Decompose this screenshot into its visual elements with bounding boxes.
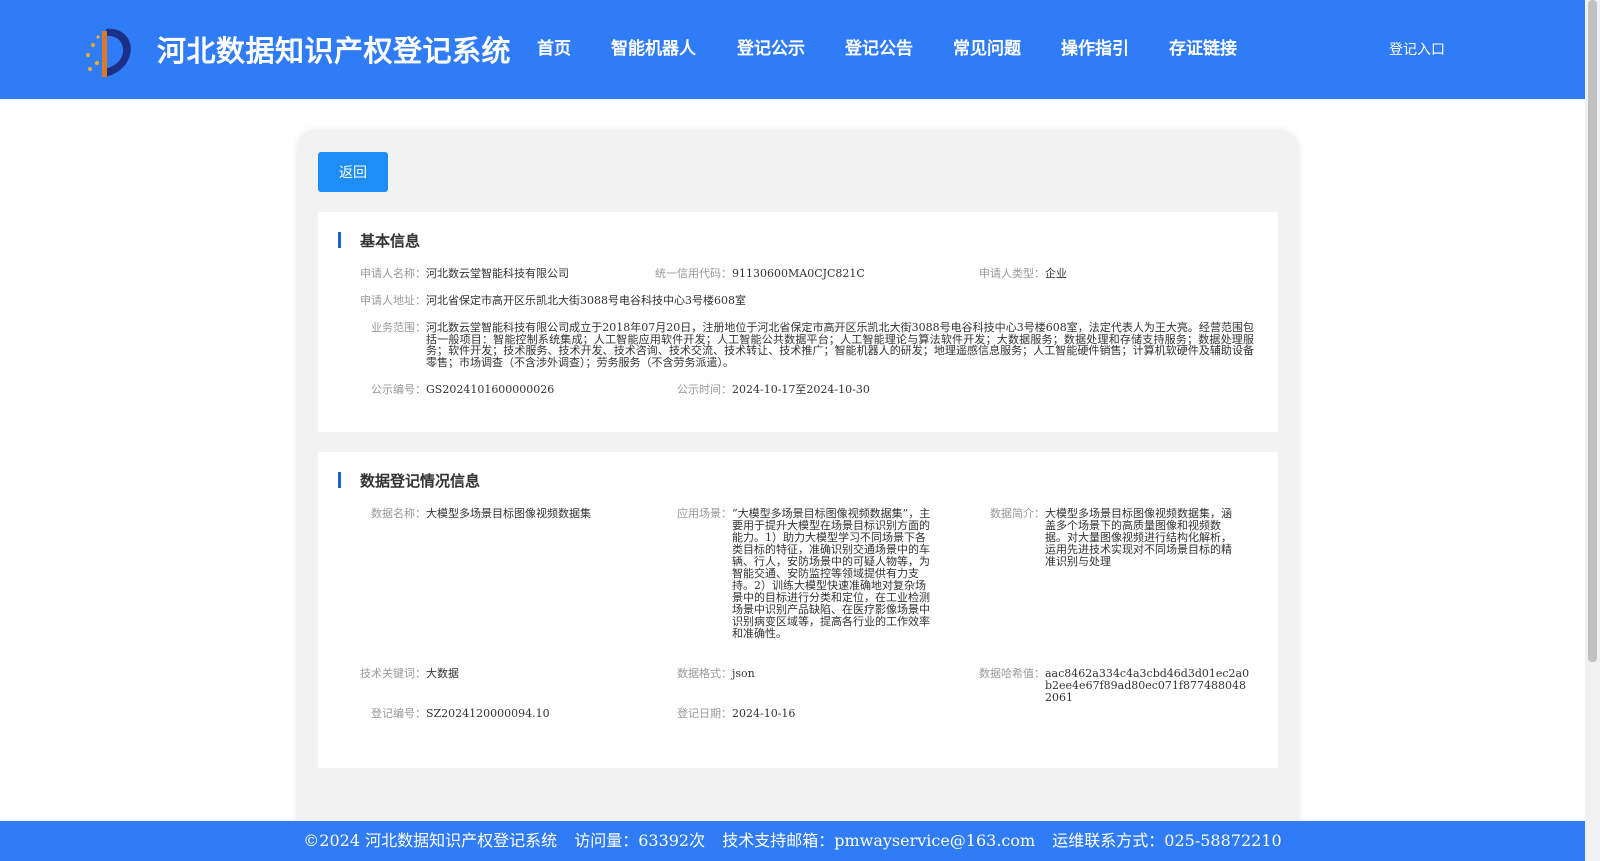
nav-evidence-link[interactable]: 存证链接 (1169, 34, 1237, 59)
keyword-label: 技术关键词： (360, 667, 426, 680)
back-button[interactable]: 返回 (318, 152, 388, 192)
footer-phone: 运维联系方式：025-58872210 (1052, 831, 1282, 850)
reg-no-label: 登记编号： (371, 707, 426, 720)
site-footer: ©2024 河北数据知识产权登记系统 访问量：63392次 技术支持邮箱：pmw… (0, 821, 1585, 861)
reg-date-label: 登记日期： (677, 707, 732, 720)
pub-time-value: 2024-10-17至2024-10-30 (732, 383, 870, 396)
hash-value: aac8462a334c4a3cbd46d3d01ec2a0b2ee4e67f8… (1045, 667, 1250, 704)
scene-field: 应用场景： “大模型多场景目标图像视频数据集”，主要用于提升大模型在场景目标识别… (648, 508, 948, 648)
footer-visits: 访问量：63392次 (574, 831, 706, 850)
data-name-value: 大模型多场景目标图像视频数据集 (426, 507, 591, 520)
nav-guide[interactable]: 操作指引 (1061, 34, 1129, 59)
keyword-value: 大数据 (426, 667, 459, 680)
scope-field: 业务范围： 河北数云堂智能科技有限公司成立于2018年07月20日，注册地位于河… (354, 322, 1254, 370)
scrollbar-thumb[interactable] (1588, 0, 1597, 662)
nav-faq[interactable]: 常见问题 (953, 34, 1021, 59)
scope-label: 业务范围： (371, 321, 426, 334)
scene-value: “大模型多场景目标图像视频数据集”，主要用于提升大模型在场景目标识别方面的能力。… (732, 507, 931, 640)
basic-info-card: 基本信息 申请人名称： 河北数云堂智能科技有限公司 统一信用代码： 911306… (318, 212, 1278, 432)
site-title: 河北数据知识产权登记系统 (157, 34, 512, 68)
site-header: 河北数据知识产权登记系统 首页 智能机器人 登记公示 登记公告 常见问题 操作指… (0, 0, 1585, 99)
footer-copyright: ©2024 河北数据知识产权登记系统 (303, 831, 558, 850)
nav-announcement[interactable]: 登记公告 (845, 34, 913, 59)
hash-label: 数据哈希值： (979, 667, 1045, 680)
address-value: 河北省保定市高开区乐凯北大街3088号电谷科技中心3号楼608室 (426, 294, 746, 307)
scene-label: 应用场景： (677, 507, 732, 520)
nav-robot[interactable]: 智能机器人 (611, 34, 696, 59)
address-label: 申请人地址： (360, 294, 426, 307)
credit-code-value: 91130600MA0CJC821C (732, 267, 865, 280)
data-registration-title: 数据登记情况信息 (338, 470, 480, 491)
credit-code-label: 统一信用代码： (655, 267, 732, 280)
format-label: 数据格式： (677, 667, 732, 680)
data-name-label: 数据名称： (371, 507, 426, 520)
page-scrollbar[interactable] (1585, 0, 1600, 861)
nav-publicity[interactable]: 登记公示 (737, 34, 805, 59)
reg-date-value: 2024-10-16 (732, 707, 796, 720)
format-value: json (732, 667, 755, 680)
system-logo-icon (86, 28, 131, 78)
pub-no-value: GS2024101600000026 (426, 383, 555, 396)
intro-value: 大模型多场景目标图像视频数据集，涵盖多个场景下的高质量图像和视频数据。对大量图像… (1045, 507, 1232, 568)
footer-email: 技术支持邮箱：pmwayservice@163.com (722, 831, 1036, 850)
applicant-name-label: 申请人名称： (360, 267, 426, 280)
intro-label: 数据简介： (990, 507, 1045, 520)
pub-no-label: 公示编号： (371, 383, 426, 396)
applicant-name-value: 河北数云堂智能科技有限公司 (426, 267, 569, 280)
applicant-type-label: 申请人类型： (979, 267, 1045, 280)
detail-panel: 返回 基本信息 申请人名称： 河北数云堂智能科技有限公司 统一信用代码： 911… (298, 131, 1298, 861)
reg-no-value: SZ2024120000094.10 (426, 707, 550, 720)
login-link[interactable]: 登记入口 (1389, 39, 1445, 59)
basic-info-title: 基本信息 (338, 230, 420, 251)
pub-time-label: 公示时间： (677, 383, 732, 396)
data-registration-card: 数据登记情况信息 数据名称： 大模型多场景目标图像视频数据集 应用场景： “大模… (318, 452, 1278, 768)
nav-home[interactable]: 首页 (537, 34, 571, 59)
applicant-type-value: 企业 (1045, 267, 1067, 280)
scope-value: 河北数云堂智能科技有限公司成立于2018年07月20日，注册地位于河北省保定市高… (426, 321, 1254, 369)
